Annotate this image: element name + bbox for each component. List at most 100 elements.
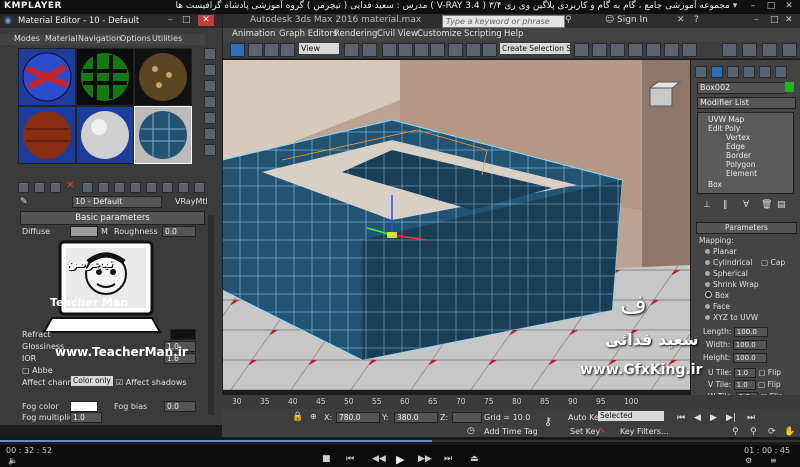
material-editor-icon[interactable]: [628, 43, 643, 57]
player-stop-icon[interactable]: ■: [322, 454, 331, 464]
sample-slot-4[interactable]: [18, 106, 76, 164]
stack-item-edge[interactable]: Edge: [726, 142, 745, 151]
med-close-icon[interactable]: ✕: [198, 15, 214, 26]
orbit-icon[interactable]: ⟳: [768, 427, 776, 437]
utilities-tab-icon[interactable]: [775, 66, 787, 78]
render-setup-icon[interactable]: [646, 43, 661, 57]
mapping-shrink-wrap-radio[interactable]: Shrink Wrap: [705, 280, 759, 289]
copy-material-icon[interactable]: [82, 182, 93, 193]
basic-parameters-rollout[interactable]: Basic parameters: [20, 211, 205, 225]
key-mode-icon[interactable]: ∿: [598, 426, 606, 436]
max-restore-icon[interactable]: □: [770, 15, 779, 25]
player-play-icon[interactable]: ▶: [396, 453, 404, 466]
motion-tab-icon[interactable]: [743, 66, 755, 78]
vray-icon[interactable]: [722, 43, 737, 57]
lock-selection-icon[interactable]: 🔒: [292, 412, 303, 422]
med-menu-modes[interactable]: Modes: [14, 34, 40, 43]
y-coordinate-field[interactable]: 380.0: [394, 412, 438, 423]
key-selection-dropdown[interactable]: Selected: [598, 411, 664, 421]
assign-to-selection-icon[interactable]: [50, 182, 61, 193]
vray-sun-icon[interactable]: [782, 43, 797, 57]
stack-item-uvw-map[interactable]: UVW Map: [708, 115, 744, 124]
mirror-icon[interactable]: [466, 43, 481, 57]
angle-snap-icon[interactable]: [398, 43, 413, 57]
menu-scripting[interactable]: Scripting: [464, 29, 502, 39]
material-editor-titlebar[interactable]: ◉ Material Editor - 10 - Default – □ ✕: [0, 14, 222, 28]
modifier-list-dropdown[interactable]: Modifier List: [697, 97, 796, 109]
named-selection-set-select[interactable]: Create Selection Se: [500, 43, 570, 54]
height-spinner[interactable]: 100.0: [732, 353, 767, 363]
time-tag-icon[interactable]: ◷: [467, 426, 475, 436]
hierarchy-tab-icon[interactable]: [727, 66, 739, 78]
max-close-icon[interactable]: ✕: [785, 15, 793, 25]
sample-slot-1[interactable]: [18, 48, 76, 106]
select-object-icon[interactable]: [230, 43, 245, 57]
video-color-check-icon[interactable]: [204, 112, 216, 124]
object-name-input[interactable]: Box002: [697, 82, 786, 94]
material-id-icon[interactable]: [130, 182, 141, 193]
fog-bias-spinner[interactable]: 0.0: [164, 401, 196, 412]
player-eject-icon[interactable]: ⏏: [470, 454, 479, 464]
go-to-parent-icon[interactable]: [178, 182, 189, 193]
next-frame-icon[interactable]: ▶|: [726, 413, 736, 423]
eyedropper-icon[interactable]: ✎: [20, 197, 28, 207]
affect-channels-dropdown[interactable]: Color only: [71, 376, 113, 386]
med-menu-material[interactable]: Material: [45, 34, 78, 43]
display-tab-icon[interactable]: [759, 66, 771, 78]
fog-color-swatch[interactable]: [70, 401, 98, 412]
player-settings-icon[interactable]: ⚙: [745, 456, 752, 465]
show-end-result-mat-icon[interactable]: [162, 182, 173, 193]
exchange-icon[interactable]: ✕: [677, 15, 685, 25]
player-menu-icon[interactable]: ≡: [770, 456, 777, 465]
show-map-icon[interactable]: [146, 182, 157, 193]
manipulate-icon[interactable]: [362, 43, 377, 57]
zoom-icon[interactable]: ⚲: [732, 427, 739, 437]
med-menu-options[interactable]: Options: [120, 34, 151, 43]
sample-type-icon[interactable]: [204, 48, 216, 60]
make-unique-icon[interactable]: ∀: [743, 200, 749, 210]
go-forward-sibling-icon[interactable]: [194, 182, 205, 193]
diffuse-map-button[interactable]: M: [101, 227, 108, 236]
player-forward-icon[interactable]: ▶▶: [418, 454, 432, 464]
go-to-start-icon[interactable]: ⏮: [677, 413, 685, 423]
stack-item-vertex[interactable]: Vertex: [726, 133, 750, 142]
stack-item-polygon[interactable]: Polygon: [726, 160, 755, 169]
mapping-spherical-radio[interactable]: Spherical: [705, 269, 748, 278]
curve-editor-icon[interactable]: [592, 43, 607, 57]
width-spinner[interactable]: 100.0: [732, 340, 767, 350]
roughness-spinner[interactable]: 0.0: [162, 226, 196, 237]
layer-icon[interactable]: [574, 43, 589, 57]
menu-animation[interactable]: Animation: [232, 29, 275, 39]
med-menu-navigation[interactable]: Navigation: [78, 34, 121, 43]
create-tab-icon[interactable]: [695, 66, 707, 78]
absolute-mode-icon[interactable]: ⊕: [310, 412, 317, 421]
cap-checkbox[interactable]: ▢ Cap: [761, 258, 785, 267]
med-maximize-icon[interactable]: □: [182, 15, 191, 25]
refract-color-swatch[interactable]: [170, 329, 196, 340]
align-icon[interactable]: [482, 43, 497, 57]
menu-customize[interactable]: Customize: [417, 29, 462, 39]
sample-slot-5[interactable]: [76, 106, 134, 164]
schematic-view-icon[interactable]: [610, 43, 625, 57]
vtile-flip-label[interactable]: Flip: [767, 380, 780, 389]
render-icon[interactable]: [682, 43, 697, 57]
put-to-library-icon[interactable]: [114, 182, 125, 193]
fog-multiplier-spinner[interactable]: 1.0: [70, 412, 102, 423]
sample-slot-3[interactable]: [134, 48, 192, 106]
stack-item-border[interactable]: Border: [726, 151, 751, 160]
binoculars-icon[interactable]: ⚲: [565, 15, 572, 25]
put-to-scene-icon[interactable]: [34, 182, 45, 193]
volume-icon[interactable]: 🔈: [8, 456, 18, 465]
select-rotate-icon[interactable]: [264, 43, 279, 57]
mapping-face-radio[interactable]: Face: [705, 302, 730, 311]
options-icon[interactable]: [204, 144, 216, 156]
player-minimize-icon[interactable]: –: [746, 1, 760, 12]
sign-in-link[interactable]: Sign In: [617, 15, 648, 25]
med-menu-utilities[interactable]: Utilities: [152, 34, 182, 43]
go-to-end-icon[interactable]: ⏭: [747, 413, 755, 423]
timeline-ruler[interactable]: 30 35 40 45 50 55 60 65 70 75 80 85 90 9…: [222, 395, 800, 409]
player-next-icon[interactable]: ⏭: [444, 454, 452, 464]
vtile-spinner[interactable]: 1.0: [733, 380, 756, 390]
player-pin-icon[interactable]: ▾: [728, 1, 742, 12]
user-icon[interactable]: ☺: [605, 15, 614, 25]
